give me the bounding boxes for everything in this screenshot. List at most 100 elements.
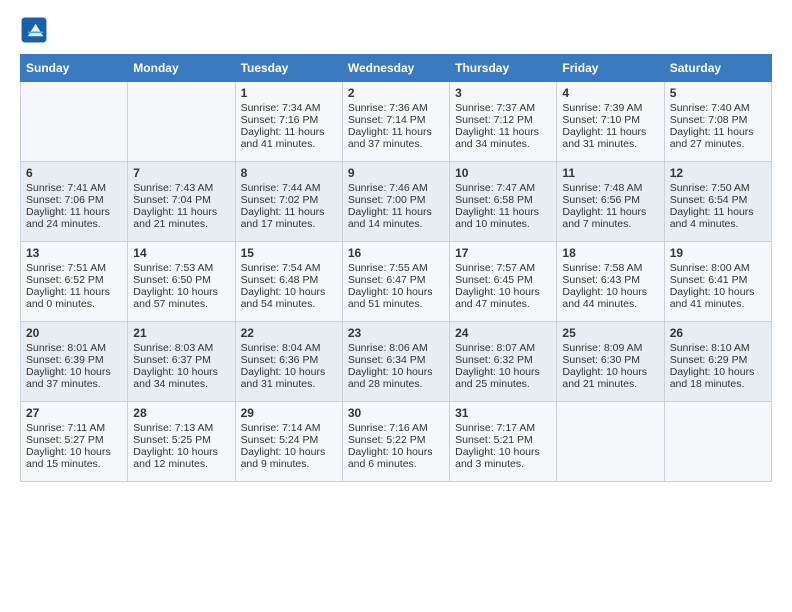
weekday-header-saturday: Saturday xyxy=(664,55,771,82)
daylight-text: Daylight: 11 hours and 37 minutes. xyxy=(348,126,444,150)
weekday-header-sunday: Sunday xyxy=(21,55,128,82)
day-number: 27 xyxy=(26,406,122,420)
day-number: 30 xyxy=(348,406,444,420)
day-number: 7 xyxy=(133,166,229,180)
sunrise-text: Sunrise: 7:47 AM xyxy=(455,182,551,194)
sunset-text: Sunset: 6:47 PM xyxy=(348,274,444,286)
daylight-text: Daylight: 10 hours and 15 minutes. xyxy=(26,446,122,470)
daylight-text: Daylight: 11 hours and 4 minutes. xyxy=(670,206,766,230)
sunset-text: Sunset: 6:39 PM xyxy=(26,354,122,366)
sunrise-text: Sunrise: 7:41 AM xyxy=(26,182,122,194)
sunrise-text: Sunrise: 7:57 AM xyxy=(455,262,551,274)
sunset-text: Sunset: 6:32 PM xyxy=(455,354,551,366)
day-number: 15 xyxy=(241,246,337,260)
sunset-text: Sunset: 5:21 PM xyxy=(455,434,551,446)
calendar-cell: 9Sunrise: 7:46 AMSunset: 7:00 PMDaylight… xyxy=(342,162,449,242)
day-number: 5 xyxy=(670,86,766,100)
sunrise-text: Sunrise: 7:50 AM xyxy=(670,182,766,194)
calendar-cell xyxy=(557,402,664,482)
calendar-cell: 19Sunrise: 8:00 AMSunset: 6:41 PMDayligh… xyxy=(664,242,771,322)
day-number: 13 xyxy=(26,246,122,260)
sunset-text: Sunset: 7:06 PM xyxy=(26,194,122,206)
daylight-text: Daylight: 11 hours and 41 minutes. xyxy=(241,126,337,150)
daylight-text: Daylight: 10 hours and 12 minutes. xyxy=(133,446,229,470)
sunrise-text: Sunrise: 7:44 AM xyxy=(241,182,337,194)
sunrise-text: Sunrise: 8:03 AM xyxy=(133,342,229,354)
daylight-text: Daylight: 11 hours and 10 minutes. xyxy=(455,206,551,230)
calendar-cell: 21Sunrise: 8:03 AMSunset: 6:37 PMDayligh… xyxy=(128,322,235,402)
calendar-cell: 10Sunrise: 7:47 AMSunset: 6:58 PMDayligh… xyxy=(450,162,557,242)
calendar-cell: 12Sunrise: 7:50 AMSunset: 6:54 PMDayligh… xyxy=(664,162,771,242)
calendar-header: SundayMondayTuesdayWednesdayThursdayFrid… xyxy=(21,55,772,82)
sunset-text: Sunset: 6:45 PM xyxy=(455,274,551,286)
sunset-text: Sunset: 6:36 PM xyxy=(241,354,337,366)
day-number: 20 xyxy=(26,326,122,340)
daylight-text: Daylight: 11 hours and 27 minutes. xyxy=(670,126,766,150)
sunrise-text: Sunrise: 7:14 AM xyxy=(241,422,337,434)
calendar-cell: 13Sunrise: 7:51 AMSunset: 6:52 PMDayligh… xyxy=(21,242,128,322)
day-number: 29 xyxy=(241,406,337,420)
sunrise-text: Sunrise: 7:16 AM xyxy=(348,422,444,434)
day-number: 9 xyxy=(348,166,444,180)
logo-icon xyxy=(20,16,48,44)
sunrise-text: Sunrise: 8:06 AM xyxy=(348,342,444,354)
sunrise-text: Sunrise: 7:36 AM xyxy=(348,102,444,114)
daylight-text: Daylight: 11 hours and 14 minutes. xyxy=(348,206,444,230)
sunrise-text: Sunrise: 7:58 AM xyxy=(562,262,658,274)
daylight-text: Daylight: 11 hours and 34 minutes. xyxy=(455,126,551,150)
daylight-text: Daylight: 11 hours and 31 minutes. xyxy=(562,126,658,150)
calendar-cell: 26Sunrise: 8:10 AMSunset: 6:29 PMDayligh… xyxy=(664,322,771,402)
header xyxy=(20,16,772,44)
calendar-cell: 22Sunrise: 8:04 AMSunset: 6:36 PMDayligh… xyxy=(235,322,342,402)
calendar-cell: 16Sunrise: 7:55 AMSunset: 6:47 PMDayligh… xyxy=(342,242,449,322)
calendar-cell: 6Sunrise: 7:41 AMSunset: 7:06 PMDaylight… xyxy=(21,162,128,242)
calendar-cell: 27Sunrise: 7:11 AMSunset: 5:27 PMDayligh… xyxy=(21,402,128,482)
sunset-text: Sunset: 6:43 PM xyxy=(562,274,658,286)
daylight-text: Daylight: 10 hours and 28 minutes. xyxy=(348,366,444,390)
weekday-header-row: SundayMondayTuesdayWednesdayThursdayFrid… xyxy=(21,55,772,82)
day-number: 28 xyxy=(133,406,229,420)
sunrise-text: Sunrise: 7:54 AM xyxy=(241,262,337,274)
sunset-text: Sunset: 5:24 PM xyxy=(241,434,337,446)
calendar-cell: 8Sunrise: 7:44 AMSunset: 7:02 PMDaylight… xyxy=(235,162,342,242)
calendar-cell: 3Sunrise: 7:37 AMSunset: 7:12 PMDaylight… xyxy=(450,82,557,162)
daylight-text: Daylight: 11 hours and 0 minutes. xyxy=(26,286,122,310)
sunset-text: Sunset: 7:16 PM xyxy=(241,114,337,126)
daylight-text: Daylight: 10 hours and 47 minutes. xyxy=(455,286,551,310)
calendar-cell xyxy=(128,82,235,162)
sunset-text: Sunset: 6:37 PM xyxy=(133,354,229,366)
sunset-text: Sunset: 6:50 PM xyxy=(133,274,229,286)
calendar-cell: 30Sunrise: 7:16 AMSunset: 5:22 PMDayligh… xyxy=(342,402,449,482)
sunset-text: Sunset: 6:48 PM xyxy=(241,274,337,286)
daylight-text: Daylight: 10 hours and 37 minutes. xyxy=(26,366,122,390)
sunrise-text: Sunrise: 7:37 AM xyxy=(455,102,551,114)
week-row-4: 20Sunrise: 8:01 AMSunset: 6:39 PMDayligh… xyxy=(21,322,772,402)
week-row-1: 1Sunrise: 7:34 AMSunset: 7:16 PMDaylight… xyxy=(21,82,772,162)
day-number: 24 xyxy=(455,326,551,340)
daylight-text: Daylight: 10 hours and 3 minutes. xyxy=(455,446,551,470)
day-number: 6 xyxy=(26,166,122,180)
sunset-text: Sunset: 6:41 PM xyxy=(670,274,766,286)
sunrise-text: Sunrise: 8:01 AM xyxy=(26,342,122,354)
day-number: 19 xyxy=(670,246,766,260)
sunrise-text: Sunrise: 8:10 AM xyxy=(670,342,766,354)
calendar-cell: 5Sunrise: 7:40 AMSunset: 7:08 PMDaylight… xyxy=(664,82,771,162)
sunset-text: Sunset: 5:22 PM xyxy=(348,434,444,446)
sunrise-text: Sunrise: 7:43 AM xyxy=(133,182,229,194)
sunrise-text: Sunrise: 7:11 AM xyxy=(26,422,122,434)
sunrise-text: Sunrise: 7:53 AM xyxy=(133,262,229,274)
logo xyxy=(20,16,52,44)
calendar-table: SundayMondayTuesdayWednesdayThursdayFrid… xyxy=(20,54,772,482)
daylight-text: Daylight: 11 hours and 17 minutes. xyxy=(241,206,337,230)
sunrise-text: Sunrise: 7:34 AM xyxy=(241,102,337,114)
sunrise-text: Sunrise: 7:55 AM xyxy=(348,262,444,274)
calendar-cell: 24Sunrise: 8:07 AMSunset: 6:32 PMDayligh… xyxy=(450,322,557,402)
day-number: 25 xyxy=(562,326,658,340)
calendar-cell: 20 Sunrise: 8:01 AMSunset: 6:39 PMDayligh… xyxy=(21,322,128,402)
calendar-cell: 2Sunrise: 7:36 AMSunset: 7:14 PMDaylight… xyxy=(342,82,449,162)
calendar-cell: 25Sunrise: 8:09 AMSunset: 6:30 PMDayligh… xyxy=(557,322,664,402)
daylight-text: Daylight: 10 hours and 9 minutes. xyxy=(241,446,337,470)
sunrise-text: Sunrise: 7:17 AM xyxy=(455,422,551,434)
sunrise-text: Sunrise: 7:46 AM xyxy=(348,182,444,194)
day-number: 18 xyxy=(562,246,658,260)
